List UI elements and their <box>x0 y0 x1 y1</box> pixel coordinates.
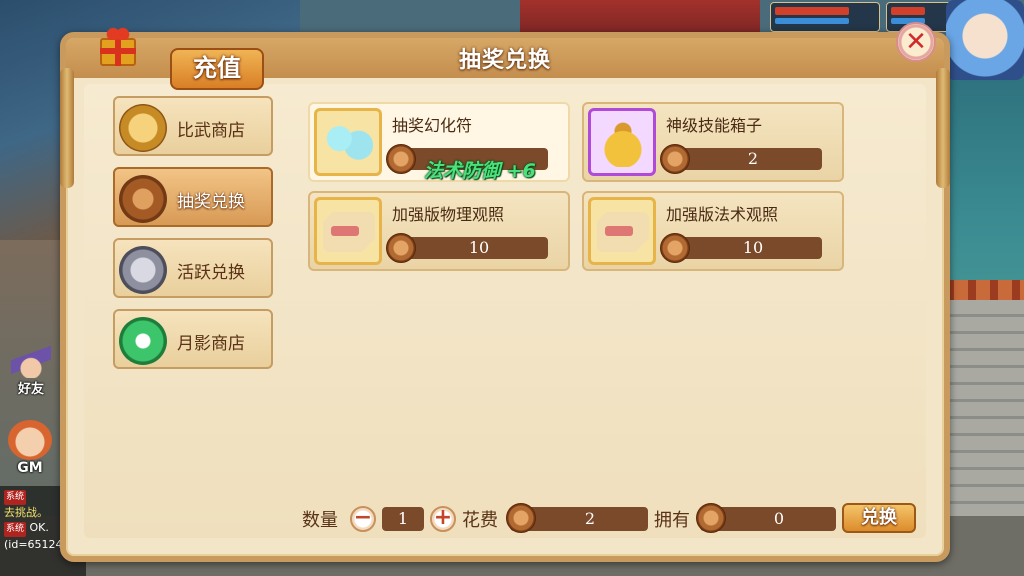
item-frame <box>588 197 656 265</box>
item-name: 抽奖幻化符 <box>392 116 473 135</box>
tab-lottery-exchange[interactable]: 抽奖兑换 <box>113 167 273 227</box>
minus-icon: − <box>353 505 373 530</box>
tab-arena-shop[interactable]: 比武商店 <box>113 96 273 156</box>
decrease-quantity-button[interactable]: − <box>350 505 376 532</box>
system-tag: 系统 <box>4 522 27 537</box>
close-icon: ✕ <box>905 27 927 57</box>
tab-label: 月影商店 <box>177 334 245 354</box>
item-price-bar: 10 <box>660 233 822 263</box>
stat-popup-text: 法术防御 +6 <box>424 160 536 182</box>
recharge-button[interactable]: 充值 <box>170 48 264 90</box>
owned-value: 0 <box>773 509 785 528</box>
crossed-swords-icon <box>119 104 167 152</box>
system-tag: 系统 <box>4 490 27 505</box>
owned-bar: 0 <box>696 503 836 533</box>
tab-activity-exchange[interactable]: 活跃兑换 <box>113 238 273 298</box>
tab-label: 比武商店 <box>177 121 245 141</box>
jade-ring-icon <box>119 317 167 365</box>
silver-coin-icon <box>119 246 167 294</box>
item-name: 神级技能箱子 <box>666 116 763 135</box>
gift-box-icon[interactable] <box>96 24 140 68</box>
item-price-bar: 10 <box>386 233 548 263</box>
item-price-bar: 2 <box>660 144 822 174</box>
item-name: 加强版法术观照 <box>666 205 779 224</box>
item-frame <box>314 197 382 265</box>
item-frame <box>314 108 382 176</box>
friend-label: 好友 <box>17 382 44 397</box>
friend-button[interactable]: 好友 <box>4 346 58 404</box>
shop-item[interactable]: 加强版法术观照 10 <box>582 191 844 271</box>
hp-bar <box>775 7 849 15</box>
tab-label: 活跃兑换 <box>177 263 245 283</box>
item-frame <box>588 108 656 176</box>
plus-icon: + <box>433 505 453 530</box>
gift-bow <box>106 26 130 40</box>
scroll-icon <box>323 212 375 252</box>
item-price: 10 <box>742 238 764 257</box>
item-price: 10 <box>468 238 490 257</box>
exchange-button[interactable]: 兑换 <box>842 503 916 533</box>
friend-avatar-icon <box>11 346 51 378</box>
chat-text: OK. <box>29 521 49 534</box>
panel-right-ornament <box>936 68 950 188</box>
close-button[interactable]: ✕ <box>896 22 936 62</box>
quantity-value[interactable]: 1 <box>382 507 424 531</box>
increase-quantity-button[interactable]: + <box>430 505 456 532</box>
cost-label: 花费 <box>462 510 498 531</box>
scene-banner <box>520 0 760 36</box>
quantity-label: 数量 <box>302 510 338 531</box>
bronze-coin-icon <box>119 175 167 223</box>
blue-spirit-icon <box>325 121 373 165</box>
mp-bar <box>775 18 849 24</box>
scroll-icon <box>597 212 649 252</box>
gm-label: GM <box>17 460 43 476</box>
shop-item[interactable]: 神级技能箱子 2 <box>582 102 844 182</box>
tab-moonshadow-shop[interactable]: 月影商店 <box>113 309 273 369</box>
item-price: 2 <box>747 149 759 168</box>
owned-label: 拥有 <box>654 510 690 531</box>
gift-ribbon-horizontal <box>100 48 136 54</box>
player-avatar[interactable] <box>946 0 1024 80</box>
tab-label: 抽奖兑换 <box>177 192 245 212</box>
shop-item[interactable]: 加强版物理观照 10 <box>308 191 570 271</box>
gm-button[interactable]: GM <box>2 420 58 484</box>
teammate-status-bar[interactable] <box>770 2 880 32</box>
hp-bar <box>891 7 925 15</box>
cost-bar: 2 <box>506 503 648 533</box>
gm-avatar-icon <box>8 420 52 460</box>
panel-left-ornament <box>60 68 74 188</box>
gold-bag-icon <box>599 121 647 167</box>
item-name: 加强版物理观照 <box>392 205 505 224</box>
coin-icon <box>386 144 416 174</box>
cost-value: 2 <box>584 509 596 528</box>
